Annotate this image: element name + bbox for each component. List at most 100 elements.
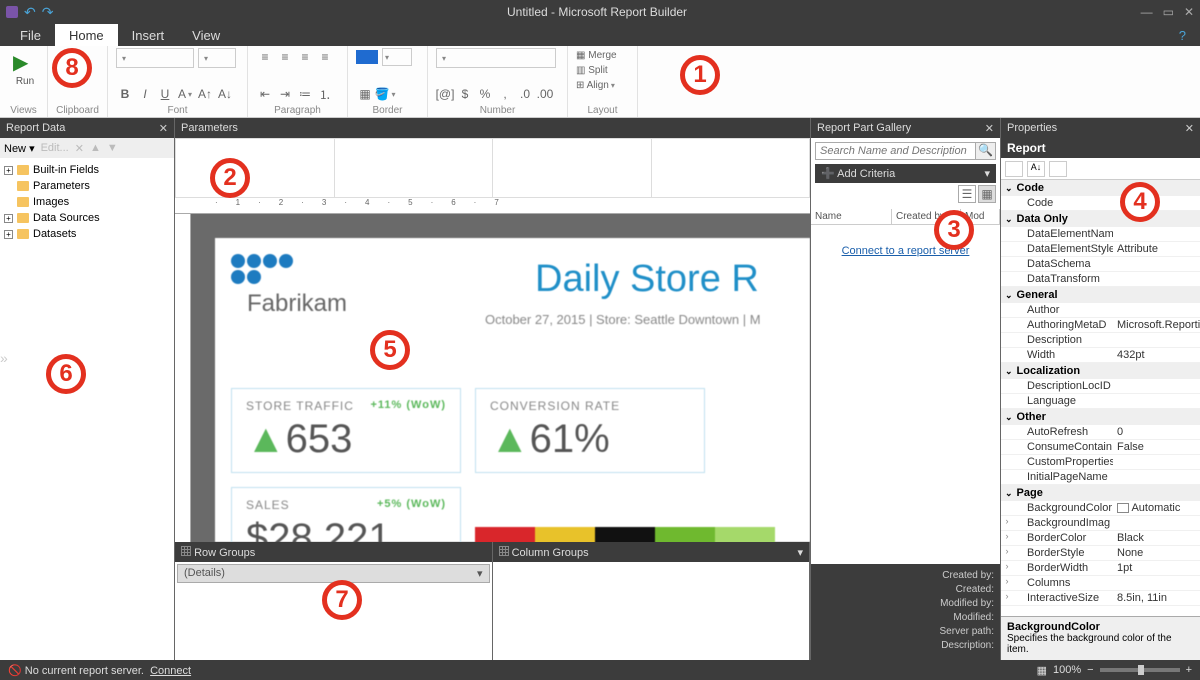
tree-item[interactable]: +Images: [4, 194, 170, 210]
font-family-select[interactable]: [116, 48, 194, 68]
tree-item[interactable]: +Data Sources: [4, 210, 170, 226]
column-groups-title: Column Groups: [512, 547, 589, 559]
menu-bar: File Home Insert View ?: [0, 24, 1200, 46]
group-clipboard: Clipboard: [48, 105, 107, 116]
align-right-button[interactable]: ≡: [296, 48, 314, 66]
row-group-details[interactable]: (Details)▾: [177, 564, 490, 583]
merge-button[interactable]: ▦ Merge: [576, 48, 629, 63]
grow-font-button[interactable]: A↑: [196, 85, 214, 103]
tree-item[interactable]: +Built-in Fields: [4, 162, 170, 178]
gallery-meta: Created by:Created: Modified by:Modified…: [811, 564, 1000, 660]
align-button[interactable]: ⊞ Align: [576, 78, 629, 93]
percent-button[interactable]: %: [476, 85, 494, 103]
menu-insert[interactable]: Insert: [118, 24, 179, 46]
font-size-select[interactable]: [198, 48, 236, 68]
property-pages-icon[interactable]: [1049, 161, 1067, 177]
view-grid-icon[interactable]: ▦: [978, 185, 996, 203]
zoom-slider[interactable]: [1100, 668, 1180, 672]
run-icon: ▶: [13, 50, 37, 74]
close-icon[interactable]: ✕: [1184, 5, 1194, 19]
grid-icon: [499, 546, 509, 556]
horizontal-ruler: ·1·2·3·4·5·6·7: [175, 198, 810, 214]
border-color-swatch[interactable]: [356, 50, 378, 64]
connect-server-link[interactable]: Connect to a report server: [811, 245, 1000, 257]
shrink-font-button[interactable]: A↓: [216, 85, 234, 103]
move-up-icon[interactable]: ▲: [90, 142, 101, 154]
search-icon[interactable]: 🔍: [976, 142, 996, 160]
annotation-1: 1: [680, 55, 720, 95]
outdent-button[interactable]: ⇤: [256, 85, 274, 103]
annotation-3: 3: [934, 210, 974, 250]
fill-color-button[interactable]: 🪣: [376, 85, 394, 103]
parameter-grid[interactable]: [175, 138, 810, 198]
redo-icon[interactable]: ↷: [42, 4, 54, 21]
categorized-icon[interactable]: [1005, 161, 1023, 177]
underline-button[interactable]: U: [156, 85, 174, 103]
properties-close-icon[interactable]: ✕: [1185, 122, 1194, 135]
delete-icon[interactable]: ✕: [75, 142, 84, 155]
bold-button[interactable]: B: [116, 85, 134, 103]
border-button[interactable]: ▦: [356, 85, 374, 103]
annotation-7: 7: [322, 580, 362, 620]
indent-button[interactable]: ⇥: [276, 85, 294, 103]
report-data-close-icon[interactable]: ✕: [159, 122, 168, 135]
gallery-close-icon[interactable]: ✕: [985, 122, 994, 135]
status-connect-link[interactable]: Connect: [150, 665, 191, 677]
gallery-title: Report Part Gallery: [817, 122, 911, 134]
comma-button[interactable]: ,: [496, 85, 514, 103]
annotation-2: 2: [210, 158, 250, 198]
property-grid[interactable]: ⌄Code Code ⌄Data Only DataElementName Da…: [1001, 180, 1200, 616]
report-headline: Daily Store R: [535, 258, 759, 301]
gallery-search-input[interactable]: [815, 142, 976, 160]
group-layout: Layout: [568, 105, 637, 116]
run-label: Run: [16, 76, 34, 87]
border-style-select[interactable]: [382, 48, 412, 66]
placeholder-button[interactable]: [@]: [436, 85, 454, 103]
edit-button[interactable]: Edit...: [41, 142, 69, 154]
italic-button[interactable]: I: [136, 85, 154, 103]
tree-item[interactable]: +Datasets: [4, 226, 170, 242]
split-button[interactable]: ▥ Split: [576, 63, 629, 78]
design-surface[interactable]: ·1·2·3·4·5·6·7 Fabrikam Daily Store R Oc…: [175, 198, 810, 542]
server-status-text: No current report server.: [25, 665, 144, 677]
bullet-list-button[interactable]: ≔: [296, 85, 314, 103]
gauge-bar: [475, 527, 775, 542]
maximize-icon[interactable]: ▭: [1163, 5, 1174, 19]
save-icon[interactable]: [6, 6, 18, 18]
font-color-button[interactable]: A: [176, 85, 194, 103]
help-icon[interactable]: ?: [1165, 24, 1200, 46]
decrease-decimal-button[interactable]: .00: [536, 85, 554, 103]
zoom-out-button[interactable]: −: [1087, 664, 1093, 676]
tree-item[interactable]: +Parameters: [4, 178, 170, 194]
properties-object: Report: [1001, 138, 1200, 158]
zoom-in-button[interactable]: +: [1186, 664, 1192, 676]
currency-button[interactable]: $: [456, 85, 474, 103]
menu-file[interactable]: File: [6, 24, 55, 46]
groups-menu-icon[interactable]: ▾: [797, 546, 803, 559]
menu-view[interactable]: View: [178, 24, 234, 46]
group-views: Views: [0, 105, 47, 116]
view-mode-icon[interactable]: ▦: [1037, 664, 1047, 677]
new-button[interactable]: New ▾: [4, 142, 35, 155]
run-button[interactable]: ▶ Run: [8, 48, 42, 87]
alphabetical-icon[interactable]: A↓: [1027, 161, 1045, 177]
add-criteria-button[interactable]: ➕ Add Criteria▾: [815, 164, 996, 183]
minimize-icon[interactable]: —: [1141, 5, 1153, 19]
annotation-5: 5: [370, 330, 410, 370]
align-left-button[interactable]: ≡: [256, 48, 274, 66]
view-list-icon[interactable]: ☰: [958, 185, 976, 203]
server-status-icon: 🚫: [8, 665, 22, 677]
number-format-select[interactable]: [436, 48, 556, 68]
report-data-title: Report Data: [6, 122, 65, 134]
group-paragraph: Paragraph: [248, 105, 347, 116]
window-title: Untitled - Microsoft Report Builder: [53, 5, 1140, 19]
zoom-level: 100%: [1053, 664, 1081, 676]
undo-icon[interactable]: ↶: [24, 4, 36, 21]
justify-button[interactable]: ≡: [316, 48, 334, 66]
move-down-icon[interactable]: ▼: [107, 142, 118, 154]
increase-decimal-button[interactable]: .0: [516, 85, 534, 103]
number-list-button[interactable]: ⒈: [316, 85, 334, 103]
expand-handle-icon[interactable]: »: [0, 350, 8, 366]
menu-home[interactable]: Home: [55, 24, 118, 46]
align-center-button[interactable]: ≡: [276, 48, 294, 66]
